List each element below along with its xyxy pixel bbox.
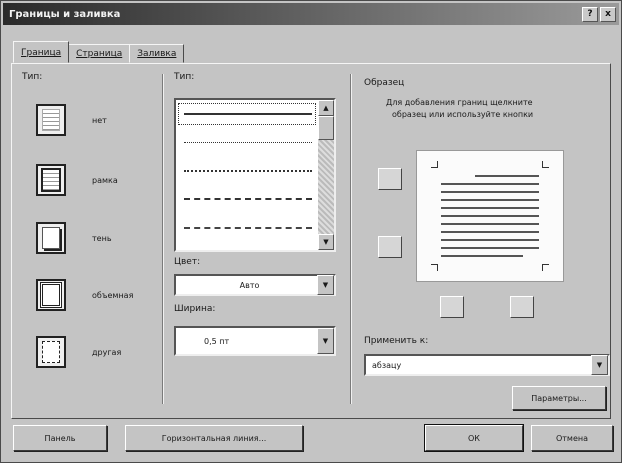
scroll-down-button[interactable]: ▼ xyxy=(318,234,334,250)
corner-mark xyxy=(431,264,438,271)
setting-label: Тип: xyxy=(22,72,43,82)
setting-none[interactable]: нет xyxy=(36,104,107,136)
style-dotted[interactable] xyxy=(184,142,312,143)
preview-text-line xyxy=(441,215,539,217)
preview-text-line xyxy=(441,231,539,233)
divider xyxy=(350,74,352,404)
preview-page[interactable] xyxy=(416,150,564,282)
tab-border[interactable]: Граница xyxy=(13,41,70,63)
border-tab-panel: Тип: нет рамка тень объемная другая Тип: xyxy=(11,63,611,419)
setting-shadow[interactable]: тень xyxy=(36,222,112,254)
border-none-icon xyxy=(36,104,66,136)
preview-text-line xyxy=(441,239,539,241)
left-border-button[interactable] xyxy=(440,296,464,318)
dropdown-arrow-icon[interactable]: ▼ xyxy=(317,275,334,295)
dialog-title: Границы и заливка xyxy=(9,8,121,20)
tab-strip: Граница Страница Заливка xyxy=(13,41,185,63)
preview-label: Образец xyxy=(364,78,405,88)
setting-custom[interactable]: другая xyxy=(36,336,121,368)
scroll-thumb[interactable] xyxy=(318,116,334,140)
setting-3d[interactable]: объемная xyxy=(36,279,133,311)
corner-mark xyxy=(542,264,549,271)
preview-text-line xyxy=(441,223,539,225)
border-3d-icon xyxy=(36,279,66,311)
borders-dialog: Границы и заливка ? x Граница Страница З… xyxy=(0,0,622,463)
preview-text-line xyxy=(441,207,539,209)
setting-custom-label: другая xyxy=(92,347,122,357)
help-button[interactable]: ? xyxy=(582,6,598,22)
horizontal-line-button[interactable]: Горизонтальная линия... xyxy=(125,425,303,451)
color-select[interactable]: Авто ▼ xyxy=(174,274,336,296)
setting-box-label: рамка xyxy=(92,175,118,185)
preview-text-line xyxy=(441,191,539,193)
bottom-border-button[interactable] xyxy=(378,236,402,258)
color-value: Авто xyxy=(239,280,260,290)
options-button[interactable]: Параметры... xyxy=(512,386,606,410)
style-label: Тип: xyxy=(174,72,195,82)
tab-page-border[interactable]: Страница xyxy=(68,44,131,63)
border-custom-icon xyxy=(36,336,66,368)
preview-hint-2: образец или используйте кнопки xyxy=(392,110,534,119)
preview-text-line xyxy=(441,247,539,249)
setting-none-label: нет xyxy=(92,115,107,125)
dropdown-arrow-icon[interactable]: ▼ xyxy=(591,355,608,375)
style-dashed[interactable] xyxy=(184,198,312,200)
arrow-down-icon: ▼ xyxy=(323,238,329,246)
apply-to-label: Применить к: xyxy=(364,336,429,346)
width-select[interactable]: 0,5 пт ▼ xyxy=(174,326,336,356)
setting-box[interactable]: рамка xyxy=(36,164,118,196)
title-bar[interactable]: Границы и заливка ? x xyxy=(3,3,619,25)
preview-hint-1: Для добавления границ щелкните xyxy=(386,98,533,107)
dropdown-arrow-icon[interactable]: ▼ xyxy=(317,328,334,354)
border-frame-icon xyxy=(36,164,66,196)
style-scrollbar[interactable]: ▲ ▼ xyxy=(318,100,334,250)
color-label: Цвет: xyxy=(174,257,201,267)
border-shadow-icon xyxy=(36,222,66,254)
cancel-button[interactable]: Отмена xyxy=(531,425,613,451)
tab-shading[interactable]: Заливка xyxy=(129,44,185,63)
preview-text-line xyxy=(441,199,539,201)
style-dash-dot[interactable] xyxy=(184,227,312,229)
corner-mark xyxy=(431,161,438,168)
corner-mark xyxy=(542,161,549,168)
width-value: 0,5 пт xyxy=(204,336,230,346)
style-solid[interactable] xyxy=(184,113,312,115)
apply-to-value: абзацу xyxy=(372,360,402,370)
style-dotted-bold[interactable] xyxy=(184,170,312,172)
close-button[interactable]: x xyxy=(600,6,616,22)
arrow-up-icon: ▲ xyxy=(323,104,329,112)
right-border-button[interactable] xyxy=(510,296,534,318)
toolbar-button[interactable]: Панель xyxy=(13,425,107,451)
scroll-up-button[interactable]: ▲ xyxy=(318,100,334,116)
divider xyxy=(162,74,164,404)
width-label: Ширина: xyxy=(174,304,216,314)
apply-to-select[interactable]: абзацу ▼ xyxy=(364,354,610,376)
top-border-button[interactable] xyxy=(378,168,402,190)
preview-text-line xyxy=(441,255,523,257)
ok-button[interactable]: ОК xyxy=(424,424,524,452)
line-style-list[interactable]: ▲ ▼ xyxy=(174,98,336,252)
preview-text-line xyxy=(475,175,539,177)
setting-3d-label: объемная xyxy=(92,290,134,300)
setting-shadow-label: тень xyxy=(92,233,112,243)
preview-text-line xyxy=(441,183,539,185)
